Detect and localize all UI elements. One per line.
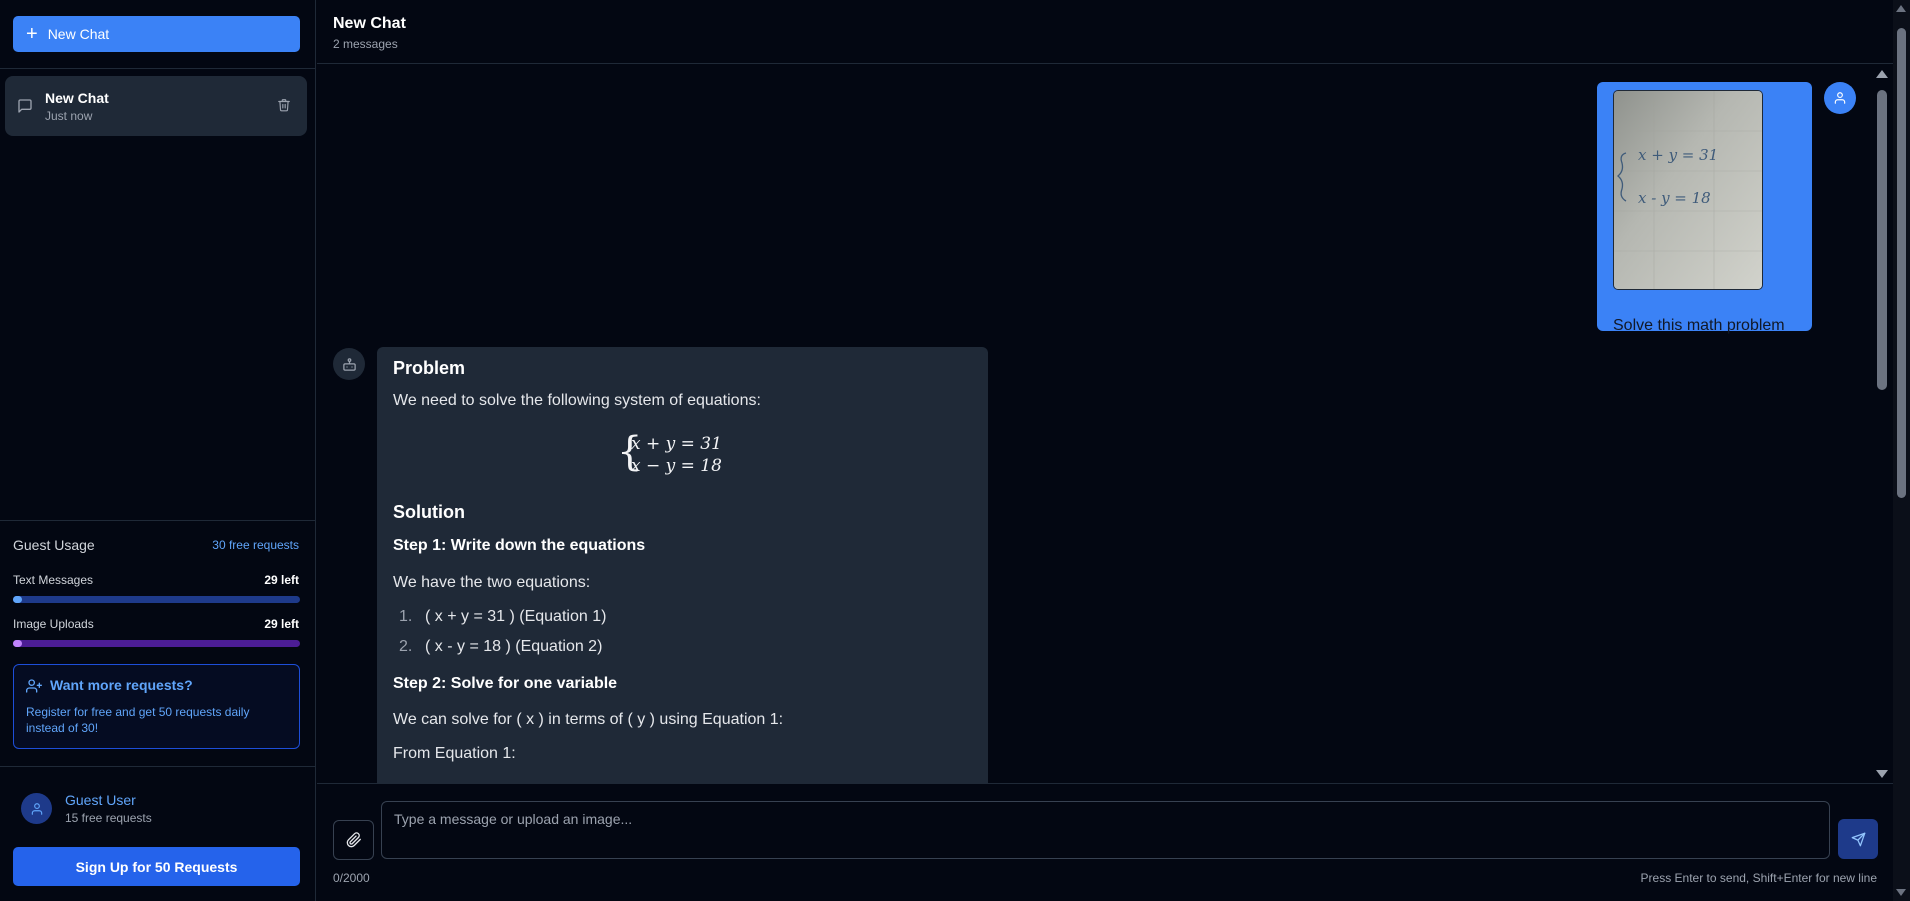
handwritten-equations-image: x + y = 31 x - y = 18: [1614, 91, 1762, 289]
message-list[interactable]: x + y = 31 x - y = 18 Solve this math pr…: [317, 65, 1873, 783]
usage-free-requests: 30 free requests: [212, 538, 299, 552]
promo-title: Want more requests?: [50, 677, 193, 693]
message-input[interactable]: [381, 801, 1830, 859]
chat-bubble-icon: [18, 99, 32, 113]
chat-header: New Chat 2 messages: [317, 0, 1893, 64]
page-title: New Chat: [333, 15, 406, 32]
sidebar-divider: [0, 520, 316, 521]
assistant-message: Problem We need to solve the following s…: [377, 347, 988, 783]
usage-title: Guest Usage: [13, 537, 95, 553]
list-text: ( x - y = 18 ) (Equation 2): [425, 638, 603, 655]
step1-text: We have the two equations:: [393, 574, 591, 591]
image-eq1: x + y = 31: [1638, 146, 1718, 164]
problem-intro: We need to solve the following system of…: [393, 392, 761, 409]
upgrade-promo: Want more requests? Register for free an…: [13, 664, 300, 749]
image-uploads-meter: [13, 640, 300, 647]
sidebar: + New Chat New Chat Just now Guest Usage…: [0, 0, 316, 901]
scroll-down-arrow-icon[interactable]: [1896, 889, 1906, 896]
character-count: 0/2000: [333, 871, 370, 885]
step1-title: Step 1: Write down the equations: [393, 537, 646, 554]
scrollbar-thumb[interactable]: [1877, 90, 1887, 390]
trash-icon[interactable]: [277, 98, 291, 112]
assistant-avatar: [333, 348, 365, 380]
scrollbar-thumb[interactable]: [1897, 28, 1906, 498]
list-number: 2.: [399, 638, 413, 655]
attach-button[interactable]: [333, 820, 374, 860]
heading-problem: Problem: [393, 358, 466, 378]
user-message-text: Solve this math problem: [1613, 317, 1785, 334]
messages-scrollbar[interactable]: [1873, 65, 1891, 783]
plus-icon: +: [26, 23, 38, 45]
list-item: 1. ( x + y = 31 ) (Equation 1): [399, 608, 606, 626]
list-item: 2. ( x - y = 18 ) (Equation 2): [399, 638, 602, 656]
text-messages-meter-fill: [13, 596, 23, 603]
step2-title: Step 2: Solve for one variable: [393, 675, 618, 692]
bot-icon: [342, 357, 356, 371]
paperclip-icon: [346, 832, 361, 848]
user-avatar: [1824, 82, 1856, 114]
scroll-up-arrow-icon[interactable]: [1896, 5, 1906, 12]
list-text: ( x + y = 31 ) (Equation 1): [425, 608, 607, 625]
user-icon: [1834, 92, 1846, 104]
image-uploads-meter-fill: [13, 640, 23, 647]
user-message: x + y = 31 x - y = 18 Solve this math pr…: [1597, 82, 1812, 334]
message-composer: 0/2000 Press Enter to send, Shift+Enter …: [317, 783, 1893, 901]
step2-from: From Equation 1:: [393, 745, 516, 762]
equation-1: x + y = 31: [631, 434, 722, 454]
guest-requests: 15 free requests: [65, 811, 152, 825]
scroll-down-arrow-icon[interactable]: [1876, 770, 1888, 778]
heading-solution: Solution: [393, 502, 465, 522]
sidebar-divider: [0, 68, 316, 69]
chat-list-item[interactable]: New Chat Just now: [5, 76, 307, 136]
new-chat-label: New Chat: [47, 26, 110, 42]
step2-text: We can solve for ( x ) in terms of ( y )…: [393, 711, 784, 728]
equation-2: x − y = 18: [631, 456, 722, 476]
user-icon: [31, 802, 42, 815]
scroll-up-arrow-icon[interactable]: [1876, 70, 1888, 78]
text-messages-remaining: 29 left: [264, 573, 299, 587]
sidebar-divider: [0, 766, 316, 767]
list-number: 1.: [399, 608, 413, 625]
keyboard-hint: Press Enter to send, Shift+Enter for new…: [1640, 871, 1877, 885]
image-eq2: x - y = 18: [1638, 189, 1711, 207]
sign-up-button[interactable]: Sign Up for 50 Requests: [13, 847, 300, 886]
page-scrollbar[interactable]: [1893, 0, 1910, 901]
chat-title: New Chat: [45, 90, 109, 106]
message-count: 2 messages: [333, 37, 398, 51]
new-chat-button[interactable]: + New Chat: [13, 16, 300, 52]
chat-timestamp: Just now: [45, 109, 93, 123]
guest-name: Guest User: [65, 792, 136, 808]
uploaded-image[interactable]: x + y = 31 x - y = 18: [1613, 90, 1763, 290]
send-button[interactable]: [1838, 819, 1878, 859]
text-messages-meter: [13, 596, 300, 603]
guest-avatar: [21, 793, 52, 824]
promo-body: Register for free and get 50 requests da…: [26, 705, 250, 735]
send-icon: [1851, 832, 1865, 846]
user-plus-icon: [26, 679, 42, 693]
text-messages-label: Text Messages: [13, 573, 94, 587]
image-uploads-remaining: 29 left: [264, 617, 299, 631]
image-uploads-label: Image Uploads: [13, 617, 94, 631]
